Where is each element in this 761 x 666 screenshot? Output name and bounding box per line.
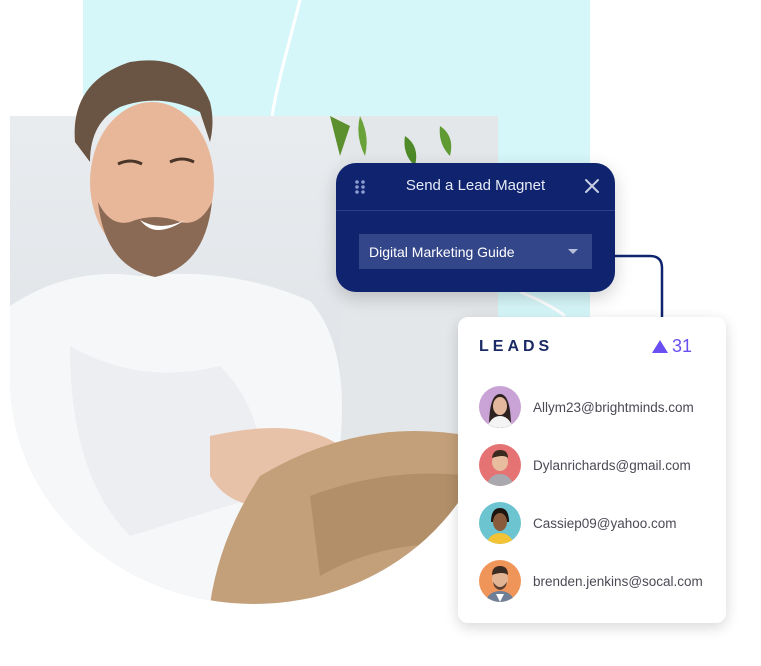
lead-email: Allym23@brightminds.com	[533, 399, 694, 415]
connector-line	[614, 254, 664, 322]
panel-title: Send a Lead Magnet	[405, 177, 546, 194]
lead-item[interactable]: brenden.jenkins@socal.com	[479, 559, 703, 603]
lead-email: brenden.jenkins@socal.com	[533, 573, 703, 589]
lead-email: Cassiep09@yahoo.com	[533, 515, 677, 531]
panel-header: Send a Lead Magnet	[336, 163, 615, 211]
dropdown-selected-value: Digital Marketing Guide	[369, 243, 515, 260]
lead-magnet-dropdown[interactable]: Digital Marketing Guide	[359, 234, 592, 269]
lead-email: Dylanrichards@gmail.com	[533, 457, 691, 473]
person-head	[74, 60, 214, 277]
caret-down-icon	[568, 249, 578, 254]
lead-magnet-panel: Send a Lead Magnet Digital Marketing Gui…	[336, 163, 615, 292]
leads-count-badge: 31	[651, 336, 692, 357]
close-icon[interactable]	[583, 177, 601, 195]
avatar	[479, 386, 521, 428]
avatar	[479, 560, 521, 602]
lead-item[interactable]: Dylanrichards@gmail.com	[479, 443, 691, 487]
leads-title: LEADS	[479, 338, 554, 355]
triangle-up-icon	[651, 340, 668, 353]
leads-count: 31	[671, 336, 692, 356]
avatar	[479, 502, 521, 544]
lead-item[interactable]: Allym23@brightminds.com	[479, 385, 694, 429]
lead-item[interactable]: Cassiep09@yahoo.com	[479, 501, 677, 545]
avatar	[479, 444, 521, 486]
leads-panel: LEADS 31 Allym23@brightminds.com Dylanri…	[458, 317, 726, 623]
